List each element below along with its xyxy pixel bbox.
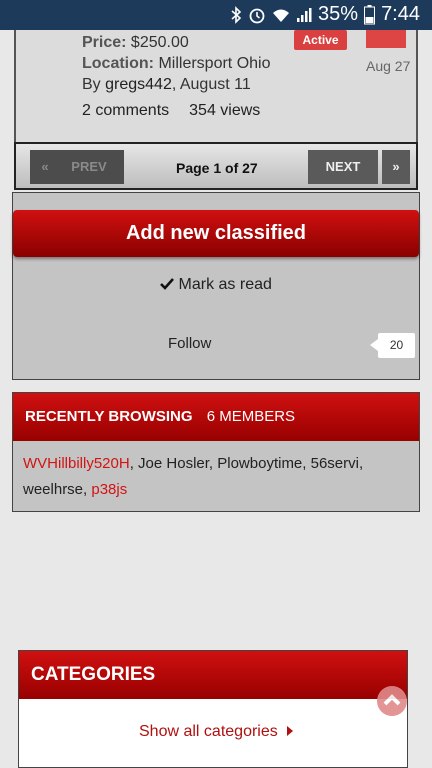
page-indicator[interactable]: Page 1 of 27 <box>176 160 258 176</box>
clock: 7:44 <box>381 3 420 25</box>
listing-date: Aug 27 <box>366 58 411 74</box>
battery-icon <box>364 4 376 24</box>
caret-right-icon <box>287 726 294 736</box>
listing-thumbnail[interactable] <box>366 30 406 48</box>
checkmark-icon <box>160 278 175 290</box>
members-count: 6 MEMBERS <box>206 408 296 425</box>
follow-button[interactable]: Follow <box>168 335 211 352</box>
categories-section: CATEGORIES Show all categories <box>18 650 408 768</box>
comments-count: 2 comments <box>82 102 170 119</box>
chevron-up-icon <box>383 694 401 706</box>
wifi-icon <box>273 9 290 22</box>
member-link[interactable]: WVHillbilly520H <box>23 455 130 472</box>
views-count: 354 views <box>189 102 261 119</box>
price-label: Price: <box>82 34 127 51</box>
by-prefix: By <box>82 76 101 93</box>
location-value: Millersport Ohio <box>158 55 271 72</box>
show-all-label: Show all categories <box>139 723 278 740</box>
status-badge: Active <box>294 30 347 50</box>
recently-browsing-section: RECENTLY BROWSING 6 MEMBERS WVHillbilly5… <box>12 392 420 512</box>
categories-title: CATEGORIES <box>19 651 407 699</box>
listing-card[interactable]: Price: $250.00 Location: Millersport Ohi… <box>14 30 418 142</box>
location-label: Location: <box>82 55 154 72</box>
scroll-to-top-button[interactable] <box>377 686 407 716</box>
author-link[interactable]: gregs442 <box>105 76 172 93</box>
battery-percent: 35% <box>318 3 359 25</box>
signal-icon <box>297 7 312 22</box>
mark-as-read-button[interactable]: Mark as read <box>0 276 432 294</box>
price-value: $250.00 <box>130 34 189 51</box>
last-page-button[interactable]: » <box>382 150 410 184</box>
follower-count: 20 <box>370 333 415 358</box>
bluetooth-icon <box>231 5 242 24</box>
next-button[interactable]: NEXT <box>308 150 378 184</box>
alarm-icon <box>249 8 265 23</box>
prev-button[interactable]: PREV <box>54 150 124 184</box>
status-bar: 35% 7:44 <box>0 0 432 30</box>
pagination-bar: « PREV Page 1 of 27 NEXT » <box>14 142 418 190</box>
listing-info: Price: $250.00 Location: Millersport Ohi… <box>82 32 270 95</box>
members-text: , Joe Hosler, Plowboytime, 56servi, <box>129 455 364 472</box>
recently-browsing-header: RECENTLY BROWSING 6 MEMBERS <box>13 393 419 441</box>
member-link[interactable]: p38js <box>91 481 127 498</box>
mark-as-read-label: Mark as read <box>178 276 272 293</box>
recently-browsing-title: RECENTLY BROWSING <box>25 408 193 425</box>
members-list: WVHillbilly520H, Joe Hosler, Plowboytime… <box>13 441 419 513</box>
add-classified-button[interactable]: Add new classified <box>13 210 419 257</box>
show-all-categories-link[interactable]: Show all categories <box>139 723 294 741</box>
posted-date: , August 11 <box>171 76 251 93</box>
members-text: weelhrse, <box>23 481 92 498</box>
